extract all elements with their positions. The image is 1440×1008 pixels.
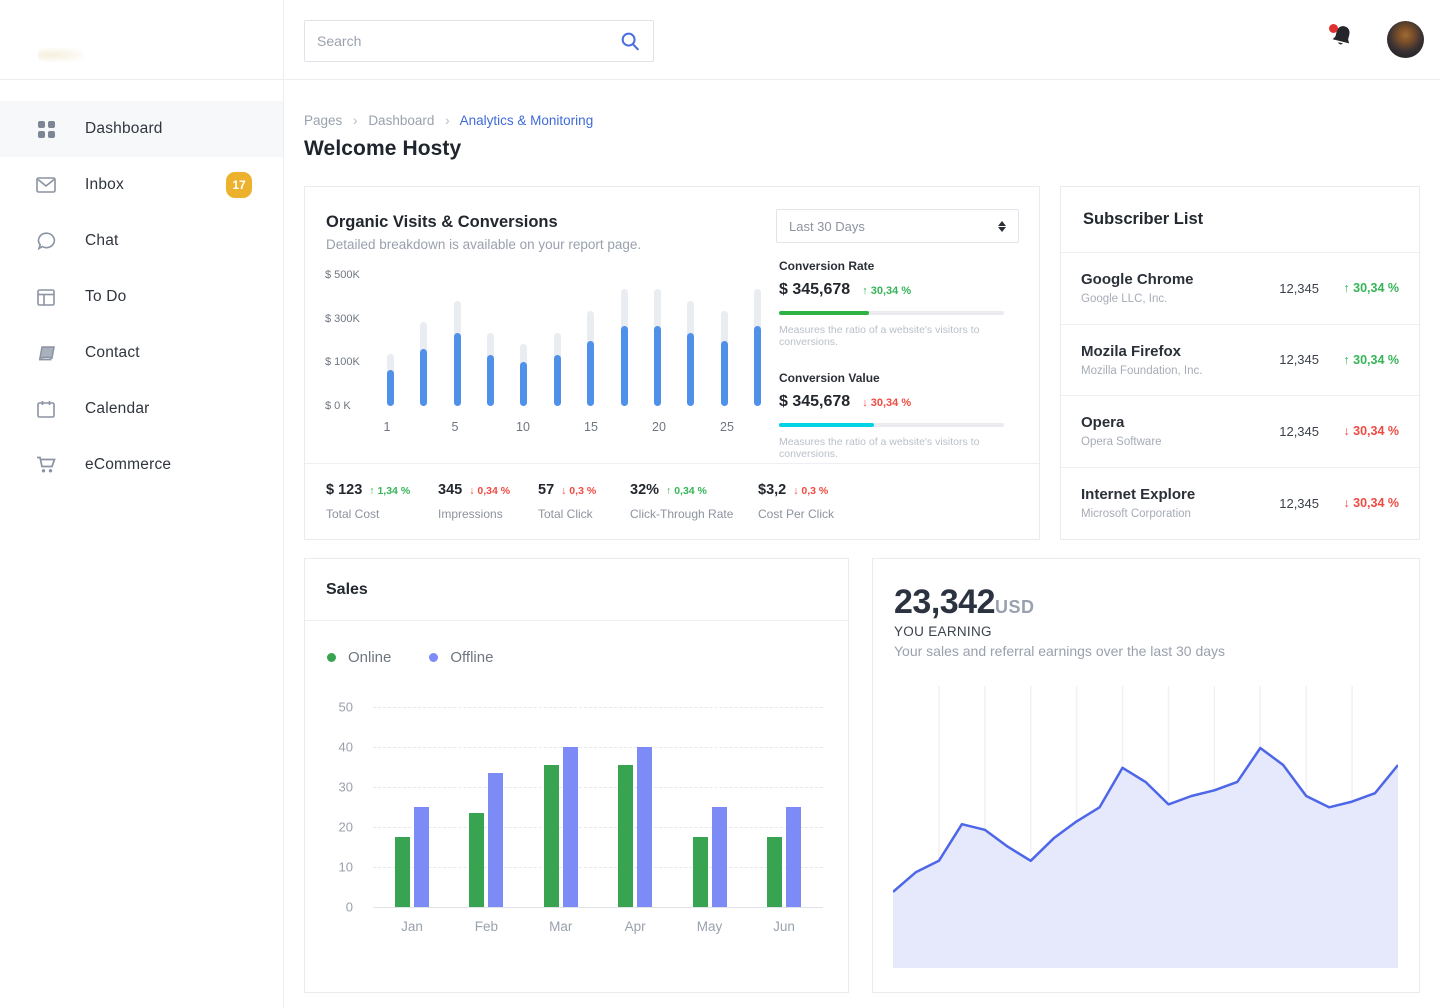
page-title: Welcome Hosty [304, 137, 461, 161]
stat-total-click: 57↓ 0,3 % Total Click [538, 482, 630, 521]
bars-area [387, 281, 761, 406]
stats-row: $ 123↑ 1,34 % Total Cost 345↓ 0,34 % Imp… [326, 482, 1026, 521]
chat-bubble-icon [36, 231, 56, 251]
x-axis-labels: JanFebMarAprMayJun [373, 919, 823, 934]
earnings-currency: USD [995, 597, 1035, 618]
stat-impressions: 345↓ 0,34 % Impressions [438, 482, 538, 521]
earnings-area-chart [893, 686, 1398, 968]
sidebar-item-label: Contact [85, 344, 140, 362]
metric-value: $ 345,678 [779, 281, 850, 299]
metric-delta: ↑ 30,34 % [862, 285, 911, 297]
sidebar-item-label: Dashboard [85, 120, 163, 138]
subscriber-list-card: Subscriber List Google ChromeGoogle LLC,… [1060, 186, 1420, 540]
metric-delta: ↓ 30,34 % [862, 397, 911, 409]
sidebar-item-calendar[interactable]: Calendar [0, 381, 283, 437]
x-axis-labels: 1510152025 [387, 420, 761, 436]
breadcrumb-pages[interactable]: Pages [304, 113, 342, 128]
updown-arrows-icon [998, 221, 1006, 232]
divider [305, 463, 1039, 464]
notifications-button[interactable] [1330, 24, 1360, 56]
subscriber-delta: ↑ 30,34 % [1335, 353, 1399, 367]
user-avatar[interactable] [1387, 21, 1424, 58]
metric-progress [779, 311, 1004, 315]
conversion-rate-metric: Conversion Rate $ 345,678 ↑ 30,34 % Meas… [779, 259, 1021, 348]
subscriber-count: 12,345 [1279, 496, 1319, 511]
sidebar-item-inbox[interactable]: Inbox 17 [0, 157, 283, 213]
sidebar-item-dashboard[interactable]: Dashboard [0, 101, 283, 157]
organic-bar-chart: $ 500K$ 300K$ 100K$ 0 K 1510152025 [325, 275, 777, 443]
sales-bar-chart: 50403020100 JanFebMarAprMayJun [329, 707, 829, 937]
address-book-icon [36, 343, 56, 363]
earnings-amount: 23,342 [894, 583, 995, 622]
card-title: Organic Visits & Conversions [326, 213, 558, 232]
top-bar [0, 0, 1440, 80]
breadcrumb-dashboard[interactable]: Dashboard [368, 113, 434, 128]
date-range-select[interactable]: Last 30 Days [776, 209, 1019, 243]
calendar-icon [36, 399, 56, 419]
sidebar-item-chat[interactable]: Chat [0, 213, 283, 269]
sidebar: Dashboard Inbox 17 Chat To Do Contact [0, 80, 284, 1008]
stat-cpc: $3,2↓ 0,3 % Cost Per Click [758, 482, 834, 521]
search-input[interactable] [305, 21, 619, 61]
y-axis-labels: 50403020100 [329, 707, 353, 907]
sidebar-item-label: Chat [85, 232, 119, 250]
logo-zone [0, 0, 284, 80]
legend-dot-icon [429, 653, 438, 662]
stat-ctr: 32%↑ 0,34 % Click-Through Rate [630, 482, 758, 521]
sidebar-item-label: To Do [85, 288, 127, 306]
layout-icon [36, 287, 56, 307]
y-axis-labels: $ 500K$ 300K$ 100K$ 0 K [325, 275, 377, 406]
subscriber-row[interactable]: Internet ExploreMicrosoft Corporation 12… [1061, 468, 1419, 540]
breadcrumb-current[interactable]: Analytics & Monitoring [460, 113, 594, 128]
earnings-caption: Your sales and referral earnings over th… [894, 643, 1225, 659]
conversion-value-metric: Conversion Value $ 345,678 ↓ 30,34 % Mea… [779, 371, 1021, 460]
envelope-icon [36, 175, 56, 195]
sidebar-item-contact[interactable]: Contact [0, 325, 283, 381]
subscriber-count: 12,345 [1279, 424, 1319, 439]
sidebar-item-label: Calendar [85, 400, 150, 418]
metric-caption: Measures the ratio of a website's visito… [779, 436, 1021, 460]
notification-dot [1329, 24, 1338, 33]
metric-value: $ 345,678 [779, 393, 850, 411]
subscriber-delta: ↓ 30,34 % [1335, 424, 1399, 438]
subscriber-count: 12,345 [1279, 281, 1319, 296]
subscriber-count: 12,345 [1279, 352, 1319, 367]
sidebar-item-label: Inbox [85, 176, 124, 194]
card-header: Subscriber List [1061, 187, 1419, 253]
legend-dot-icon [327, 653, 336, 662]
card-header: Sales [305, 559, 848, 621]
card-title: Subscriber List [1083, 210, 1203, 229]
subscriber-delta: ↓ 30,34 % [1335, 496, 1399, 510]
subscriber-row[interactable]: OperaOpera Software 12,345 ↓ 30,34 % [1061, 396, 1419, 468]
stat-total-cost: $ 123↑ 1,34 % Total Cost [326, 482, 438, 521]
cart-icon [36, 455, 56, 475]
subscriber-delta: ↑ 30,34 % [1335, 281, 1399, 295]
organic-visits-card: Organic Visits & Conversions Detailed br… [304, 186, 1040, 540]
earnings-amount-row: 23,342 USD [894, 583, 1035, 622]
sales-legend: Online Offline [327, 649, 493, 666]
date-range-value: Last 30 Days [789, 219, 998, 234]
earnings-card: 23,342 USD YOU EARNING Your sales and re… [872, 558, 1420, 993]
sidebar-item-todo[interactable]: To Do [0, 269, 283, 325]
breadcrumb: Pages › Dashboard › Analytics & Monitori… [304, 113, 593, 128]
grid-icon [36, 119, 56, 139]
subscriber-row[interactable]: Mozila FirefoxMozilla Foundation, Inc. 1… [1061, 325, 1419, 397]
sales-card: Sales Online Offline 50403020100 JanFebM… [304, 558, 849, 993]
plot-area [373, 707, 823, 907]
metric-progress [779, 423, 1004, 427]
sidebar-item-ecommerce[interactable]: eCommerce [0, 437, 283, 493]
subscriber-row[interactable]: Google ChromeGoogle LLC, Inc. 12,345 ↑ 3… [1061, 253, 1419, 325]
legend-offline[interactable]: Offline [429, 649, 493, 666]
sidebar-item-label: eCommerce [85, 456, 171, 474]
conversion-metrics: Conversion Rate $ 345,678 ↑ 30,34 % Meas… [779, 259, 1021, 483]
card-title: Sales [326, 581, 368, 599]
brand-logo [38, 48, 84, 62]
card-subtitle: Detailed breakdown is available on your … [326, 237, 641, 252]
legend-online[interactable]: Online [327, 649, 391, 666]
inbox-badge: 17 [226, 172, 252, 198]
search-icon[interactable] [619, 30, 641, 52]
earnings-label: YOU EARNING [894, 624, 992, 639]
search-box[interactable] [304, 20, 654, 62]
metric-caption: Measures the ratio of a website's visito… [779, 324, 1021, 348]
